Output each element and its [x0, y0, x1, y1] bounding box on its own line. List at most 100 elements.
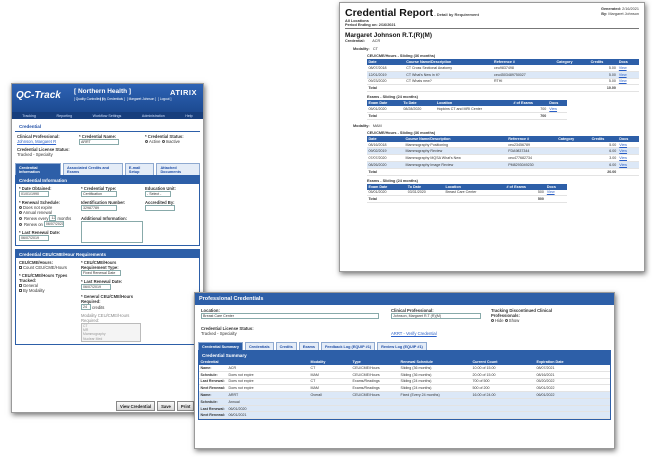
ceu-total-value: 20.00 [590, 167, 618, 176]
ceu-table: Date Course Name/Description Reference # Ca… [367, 59, 639, 93]
nav-tracking[interactable]: Tracking [22, 114, 36, 118]
date-obtained-input[interactable]: 01/01/1990 [19, 191, 49, 197]
modality-item-nm[interactable]: Nuclear Med [83, 337, 139, 341]
status-active-label: Active [149, 139, 161, 144]
modality-list[interactable]: CT MR Mammography Nuclear Med [81, 323, 141, 342]
renew-every-radio[interactable] [19, 216, 22, 220]
summary-cell: MAM [309, 384, 351, 393]
credential-meta: Schedule: Annual [199, 398, 309, 406]
view-doc-link[interactable]: View [617, 147, 639, 156]
modality-section: Modality: CT CEU/CME/Hours - Sliding (36 … [345, 47, 639, 120]
qc-track-window: QC-Track [ Northern Health ] [ Quality C… [11, 83, 204, 413]
cp-select[interactable]: Johnson, Margaret R.T (R)(M) [391, 313, 481, 319]
ceu-total-label: Total [367, 167, 404, 176]
org-sub: [ Quality Controlled ] [74, 97, 103, 101]
education-unit-label: Education Unit: [145, 186, 176, 191]
generated-label: Generated: [600, 7, 622, 11]
accredited-input[interactable] [145, 205, 175, 211]
cred-name-input[interactable]: ARRT [79, 139, 119, 145]
status-active-radio[interactable] [145, 140, 148, 144]
table-cell: 12/01/2019 [367, 71, 405, 79]
by-value: Margaret Johnson [608, 12, 639, 16]
nav-admin[interactable]: Administration [142, 114, 165, 118]
accredited-label: Accredited By: [145, 200, 175, 205]
prof-link[interactable]: Johnson, Margaret R [17, 139, 75, 144]
summary-cell: 20.00 of 15.00 [471, 371, 535, 379]
req-type-label: * CEU/CME/Hours Requirement Type: [81, 260, 119, 270]
summary-table: Credential Modality Type Renewal Schedule Cu… [199, 359, 610, 420]
view-credential-button[interactable]: View Credential [116, 401, 156, 411]
summary-cell: MAM [309, 371, 351, 379]
report-title: Credential Report [345, 7, 434, 19]
tab-feedback-log[interactable]: Feedback Log (EQUIP #1) [320, 342, 376, 350]
meta-label: Schedule: [200, 372, 218, 377]
tab-credential-summary[interactable]: Credential Summary [198, 342, 243, 350]
renew-on-radio[interactable] [19, 222, 22, 226]
save-button[interactable]: Save [157, 401, 175, 411]
tab-email-setup[interactable]: E-mail Setup [124, 163, 155, 175]
view-doc-link[interactable]: View [617, 71, 639, 79]
general-checkbox[interactable] [19, 284, 22, 288]
cred-type-label: * Credential Type: [81, 186, 117, 191]
credential-meta: Schedule: Does not expire [199, 371, 309, 379]
summary-cell: CEU/CME/Hours [351, 391, 399, 399]
by-modality-checkbox[interactable] [19, 289, 22, 293]
renew-on-input[interactable]: 06/07/2021 [43, 221, 64, 227]
table-cell: 08/26/2020 [367, 161, 404, 169]
tab-credential-info[interactable]: Credential Information [15, 163, 61, 175]
show-label: Show [508, 318, 520, 323]
summary-cell: 08/16/2021 [535, 371, 610, 379]
table-cell: CT Whats new? [404, 78, 493, 86]
table-row: 12/01/2019 CT What's New in it? ceu4503489… [367, 71, 639, 79]
ceu-section-title: CEU/CME/Hours - Sliding (36 months) [367, 54, 436, 58]
education-unit-select[interactable]: - Select - [145, 191, 171, 197]
exam-table: Exam Date To Date Location # of Exams Docs 05… [367, 100, 567, 120]
tab-attached-docs[interactable]: Attached Documents [156, 163, 200, 175]
tab-associated-credits[interactable]: Associated Credits and Exams [62, 163, 123, 175]
view-doc-link[interactable]: View [617, 154, 639, 163]
summary-cell: 05/20/2022 [535, 378, 610, 386]
id-number-input[interactable]: 32987789 [81, 205, 117, 211]
tab-review-log[interactable]: Review Log (EQUIP #1) [377, 342, 427, 350]
link-logout[interactable]: [ Logout ] [158, 97, 171, 101]
hide-radio[interactable] [491, 319, 494, 323]
last-renewal-input[interactable]: 06/07/2019 [19, 235, 49, 241]
general-required-input[interactable]: 24 [81, 304, 91, 310]
view-doc-link[interactable]: View [617, 78, 639, 86]
types-tracked-label: * CEU/CME/Hours Types Tracked: [19, 273, 68, 283]
tab-exams[interactable]: Exams [298, 342, 319, 350]
count-ceu-checkbox[interactable] [19, 266, 22, 270]
renew-annual-radio[interactable] [19, 211, 22, 215]
location-select[interactable]: Breast Care Center [201, 313, 379, 319]
view-doc-link[interactable]: View [617, 161, 639, 169]
table-cell [556, 161, 591, 169]
cred-type-select[interactable]: Certification [81, 191, 117, 197]
nav-reporting[interactable]: Reporting [57, 114, 73, 118]
req-type-select[interactable]: Fixed Renewal Date [81, 270, 121, 276]
show-radio[interactable] [504, 319, 508, 323]
summary-row: Next Renewal: 06/01/2021 [199, 411, 610, 420]
summary-row: Schedule: Does not expire MAM CEU/CME/Hours… [199, 371, 610, 379]
verify-credential-link[interactable]: ARRT - Verify Credential [391, 331, 437, 336]
meta-label: Last Renewal: [200, 379, 225, 384]
print-button[interactable]: Print [176, 401, 195, 411]
renew-none-radio[interactable] [19, 206, 22, 210]
by-modality-option-label: By Modality [23, 288, 45, 293]
meta-value: Does not expire [228, 386, 254, 391]
summary-cell: 16.00 of 24.00 [471, 391, 535, 399]
link-user[interactable]: [ Margaret Johnson ] [127, 97, 156, 101]
requirements-title: Credential CEU/CME/Hour Requirements [16, 250, 199, 258]
tab-credentials[interactable]: Credentials [244, 342, 274, 350]
status-inactive-radio[interactable] [161, 140, 165, 144]
tab-credits[interactable]: Credits [275, 342, 297, 350]
general-required-label: * General CEU/CME/Hours Required: [81, 294, 134, 304]
table-cell: 5.00 [589, 78, 618, 86]
info-title: Credential Information [16, 176, 199, 184]
generated-value: 2/16/2021 [622, 7, 639, 11]
last-renewal2-input[interactable]: 06/07/2019 [81, 284, 111, 290]
nav-workflow[interactable]: Workflow Settings [93, 114, 122, 118]
link-my-credentials[interactable]: [ My Credentials ] [100, 97, 125, 101]
additional-info-textarea[interactable] [81, 221, 143, 243]
credential-value: ACR [372, 39, 381, 43]
nav-help[interactable]: Help [185, 114, 192, 118]
